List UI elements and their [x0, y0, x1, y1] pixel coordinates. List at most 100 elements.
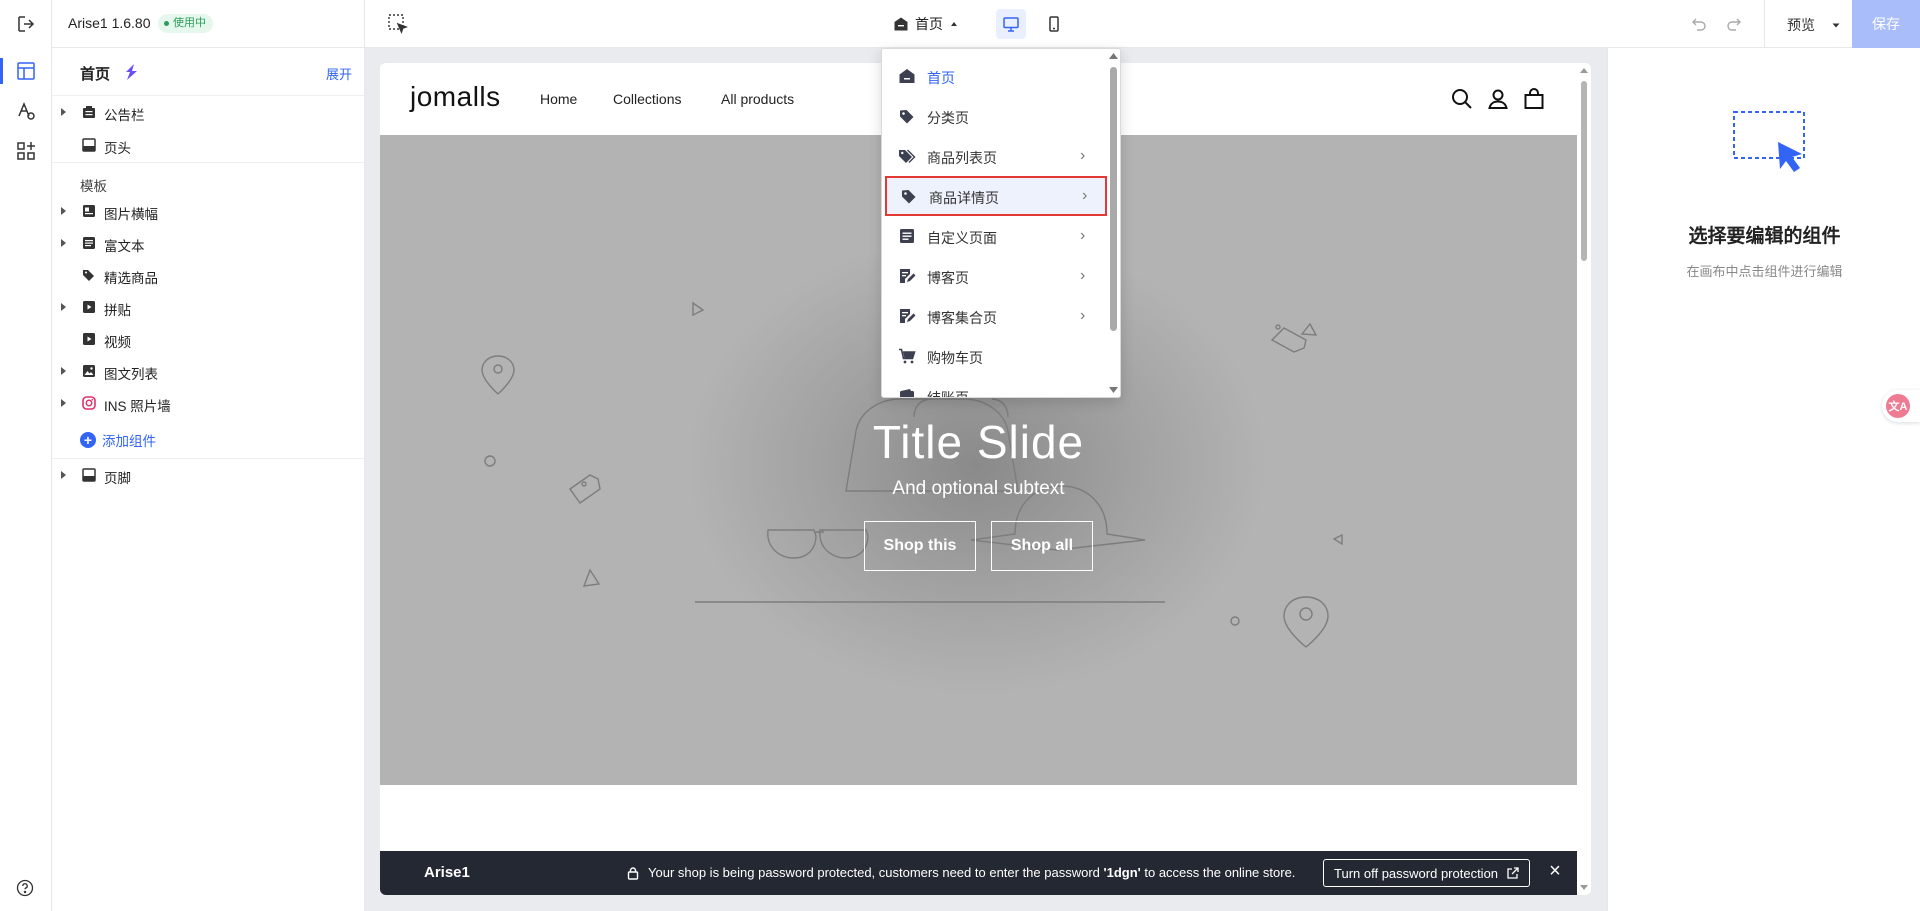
announcement-icon: [83, 106, 95, 118]
preview-scrollbar[interactable]: [1577, 63, 1591, 895]
dropdown-scrollbar[interactable]: [1106, 49, 1120, 397]
select-component-illustration-icon: [1733, 111, 1805, 172]
undo-icon[interactable]: [1690, 15, 1708, 33]
select-tool-icon[interactable]: [387, 13, 409, 35]
translate-icon: 文A: [1886, 394, 1910, 418]
hero-subtitle[interactable]: And optional subtext: [380, 478, 1577, 500]
turn-off-password-button[interactable]: Turn off password protection: [1323, 859, 1531, 887]
dropdown-item-category[interactable]: 分类页: [882, 96, 1108, 136]
shop-this-button[interactable]: Shop this: [864, 521, 976, 571]
inspector-subtitle: 在画布中点击组件进行编辑: [1686, 264, 1843, 279]
home-icon: [899, 69, 915, 83]
tree-item-video[interactable]: 视频: [52, 323, 364, 355]
caret-up-icon: [951, 22, 957, 26]
tree-item-rich-text[interactable]: 富文本: [52, 227, 364, 259]
save-button[interactable]: 保存: [1852, 0, 1920, 48]
dropdown-item-blog[interactable]: 博客页 ›: [882, 256, 1108, 296]
store-logo[interactable]: jomalls: [410, 81, 501, 113]
shop-all-button[interactable]: Shop all: [991, 521, 1093, 571]
preview-dropdown[interactable]: 预览: [1787, 15, 1841, 35]
expand-caret-icon[interactable]: [61, 367, 66, 375]
image-text-icon: [83, 365, 95, 377]
tree-item-image-text-list[interactable]: 图文列表: [52, 355, 364, 387]
password-bar-message: Your shop is being password protected, c…: [626, 865, 1295, 880]
dropdown-item-checkout[interactable]: 结账页: [882, 376, 1108, 397]
expand-caret-icon[interactable]: [61, 303, 66, 311]
dropdown-item-product-detail[interactable]: 商品详情页 ›: [885, 176, 1107, 216]
chevron-right-icon: ›: [1080, 267, 1086, 284]
exit-icon[interactable]: [13, 11, 39, 37]
tag-icon: [900, 110, 914, 124]
expand-caret-icon[interactable]: [61, 239, 66, 247]
section-tree-sidebar: 首页 展开 公告栏 页头 模板 图片横幅 富文本 精选商品 拼贴 视频 图文列表…: [52, 48, 365, 911]
account-icon[interactable]: [1486, 87, 1510, 111]
page-select-dropdown[interactable]: 首页 分类页 商品列表页 › 商品详情页 › 自定义页面 › 博客页 › 博客集…: [881, 48, 1121, 398]
rich-text-icon: [83, 237, 95, 249]
tree-item-instagram-wall[interactable]: INS 照片墙: [52, 387, 364, 419]
brand-logo-icon: [122, 63, 142, 81]
mobile-view-button[interactable]: [1039, 9, 1069, 39]
caret-down-icon: [1832, 23, 1840, 28]
tree-item-featured-products[interactable]: 精选商品: [52, 259, 364, 291]
layout-icon[interactable]: [13, 58, 39, 84]
expand-caret-icon[interactable]: [61, 108, 66, 116]
search-icon[interactable]: [1450, 87, 1474, 111]
dropdown-item-home[interactable]: 首页: [882, 56, 1108, 96]
dropdown-item-custom-page[interactable]: 自定义页面 ›: [882, 216, 1108, 256]
chevron-right-icon: ›: [1082, 186, 1088, 204]
inspector-title: 选择要编辑的组件: [1688, 226, 1841, 247]
close-icon[interactable]: ×: [1545, 861, 1565, 881]
theme-style-icon[interactable]: [13, 98, 39, 124]
document-icon: [900, 229, 914, 243]
template-group-label: 模板: [80, 179, 107, 194]
sidebar-title: 首页: [80, 66, 111, 83]
password-protection-bar: Arise1 Your shop is being password prote…: [380, 851, 1577, 895]
expand-caret-icon[interactable]: [61, 207, 66, 215]
wallet-icon: [900, 389, 914, 397]
expand-caret-icon[interactable]: [61, 471, 66, 479]
dropdown-item-product-list[interactable]: 商品列表页 ›: [882, 136, 1108, 176]
chevron-right-icon: ›: [1080, 147, 1086, 164]
left-rail: [0, 0, 52, 911]
page-switcher[interactable]: 首页: [893, 12, 959, 36]
chevron-right-icon: ›: [1080, 227, 1086, 244]
hero-title[interactable]: Title Slide: [380, 415, 1577, 469]
dropdown-item-blog-collection[interactable]: 博客集合页 ›: [882, 296, 1108, 336]
current-page-label: 首页: [915, 16, 943, 32]
tree-item-footer[interactable]: 页脚: [52, 459, 364, 491]
tree-item-announcement[interactable]: 公告栏: [52, 96, 364, 128]
dropdown-item-cart[interactable]: 购物车页: [882, 336, 1108, 376]
inspector-panel: 选择要编辑的组件 在画布中点击组件进行编辑: [1607, 48, 1920, 911]
plus-icon: +: [80, 432, 96, 448]
expand-caret-icon[interactable]: [61, 399, 66, 407]
tags-icon: [899, 149, 916, 163]
help-icon[interactable]: [16, 879, 34, 897]
add-component-button[interactable]: + 添加组件: [80, 430, 156, 450]
edit-doc-icon: [900, 269, 916, 283]
tree-item-header[interactable]: 页头: [52, 129, 364, 161]
instagram-icon: [82, 396, 96, 410]
footer-icon: [82, 468, 96, 482]
edit-doc-icon: [900, 309, 916, 323]
home-icon: [894, 17, 908, 31]
redo-icon[interactable]: [1725, 15, 1743, 33]
chevron-right-icon: ›: [1080, 307, 1086, 324]
nav-home[interactable]: Home: [540, 91, 577, 107]
video-icon: [83, 333, 95, 345]
image-banner-icon: [83, 205, 95, 217]
header-icon: [82, 138, 96, 152]
top-bar: Arise1 1.6.80 使用中 首页 预览 保存: [52, 0, 1920, 48]
translate-float-button[interactable]: 文A: [1882, 390, 1920, 422]
cart-bag-icon[interactable]: [1522, 87, 1546, 111]
desktop-view-button[interactable]: [996, 9, 1026, 39]
tree-item-image-banner[interactable]: 图片横幅: [52, 195, 364, 227]
apps-icon[interactable]: [13, 138, 39, 164]
tag-icon: [902, 189, 916, 203]
nav-collections[interactable]: Collections: [613, 91, 681, 107]
app-name: Arise1 1.6.80: [68, 15, 151, 31]
expand-all-button[interactable]: 展开: [326, 64, 352, 83]
nav-all-products[interactable]: All products: [721, 91, 794, 107]
tree-item-collage[interactable]: 拼贴: [52, 291, 364, 323]
status-badge: 使用中: [158, 14, 213, 33]
password-value: '1dgn': [1103, 865, 1141, 880]
